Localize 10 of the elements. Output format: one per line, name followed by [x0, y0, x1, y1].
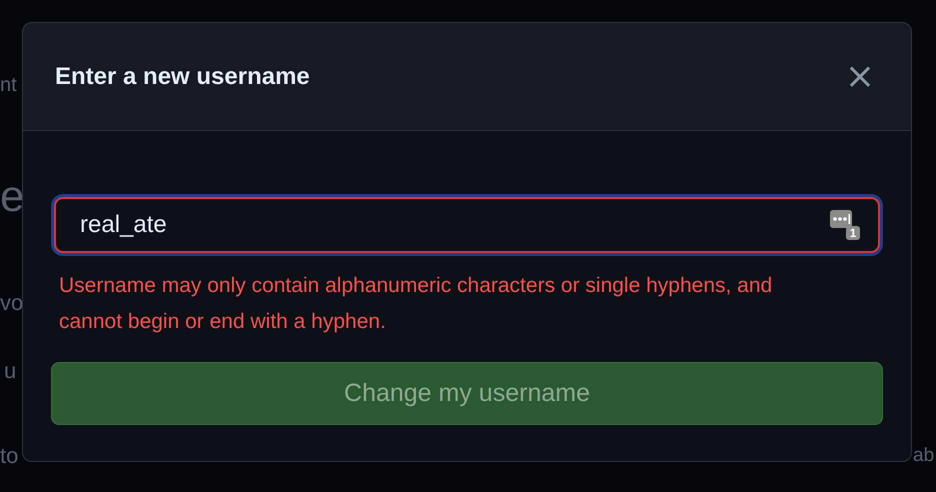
dialog-title: Enter a new username — [55, 62, 310, 90]
background-text: nt — [0, 74, 17, 97]
background-text: vo — [0, 290, 24, 316]
username-field[interactable]: real_ate 1 — [51, 194, 883, 256]
background-text: ab — [913, 445, 934, 467]
background-text: u — [4, 358, 16, 384]
background-text: e — [0, 172, 24, 222]
background-text: to — [0, 443, 18, 469]
close-button[interactable]: × — [838, 58, 881, 94]
error-message: Username may only contain alphanumeric characters or single hyphens, and cannot begin or end with a hyphen. — [59, 273, 774, 335]
